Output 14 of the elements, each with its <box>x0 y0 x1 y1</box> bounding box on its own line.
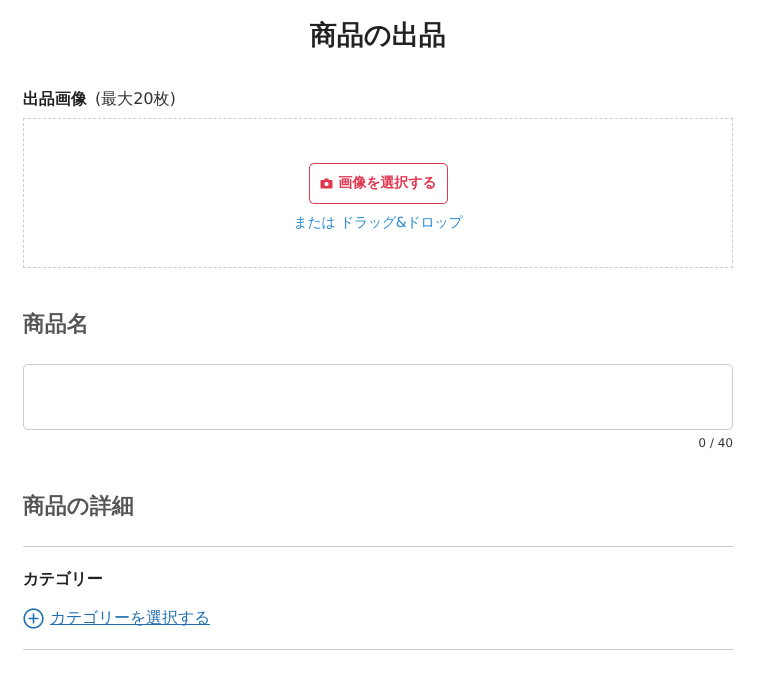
drop-hint: または ドラッグ&ドロップ <box>293 214 463 232</box>
camera-icon <box>320 178 332 188</box>
select-category-link[interactable]: カテゴリーを選択する <box>23 608 210 629</box>
section-heading: 商品名 <box>23 311 90 339</box>
section-heading: 商品の詳細 <box>23 493 135 521</box>
field-label: 出品画像 <box>23 89 87 110</box>
field-label: カテゴリー <box>23 569 104 590</box>
page-title: 商品の出品 <box>309 19 447 53</box>
character-counter: 0 / 40 <box>698 436 733 450</box>
field-note: (最大20枚) <box>95 89 176 110</box>
drop-zone[interactable]: 画像を選択する または ドラッグ&ドロップ <box>23 118 733 268</box>
select-image-button[interactable]: 画像を選択する <box>308 162 448 204</box>
input-field[interactable] <box>23 364 733 430</box>
plus-circle-icon <box>23 608 44 629</box>
